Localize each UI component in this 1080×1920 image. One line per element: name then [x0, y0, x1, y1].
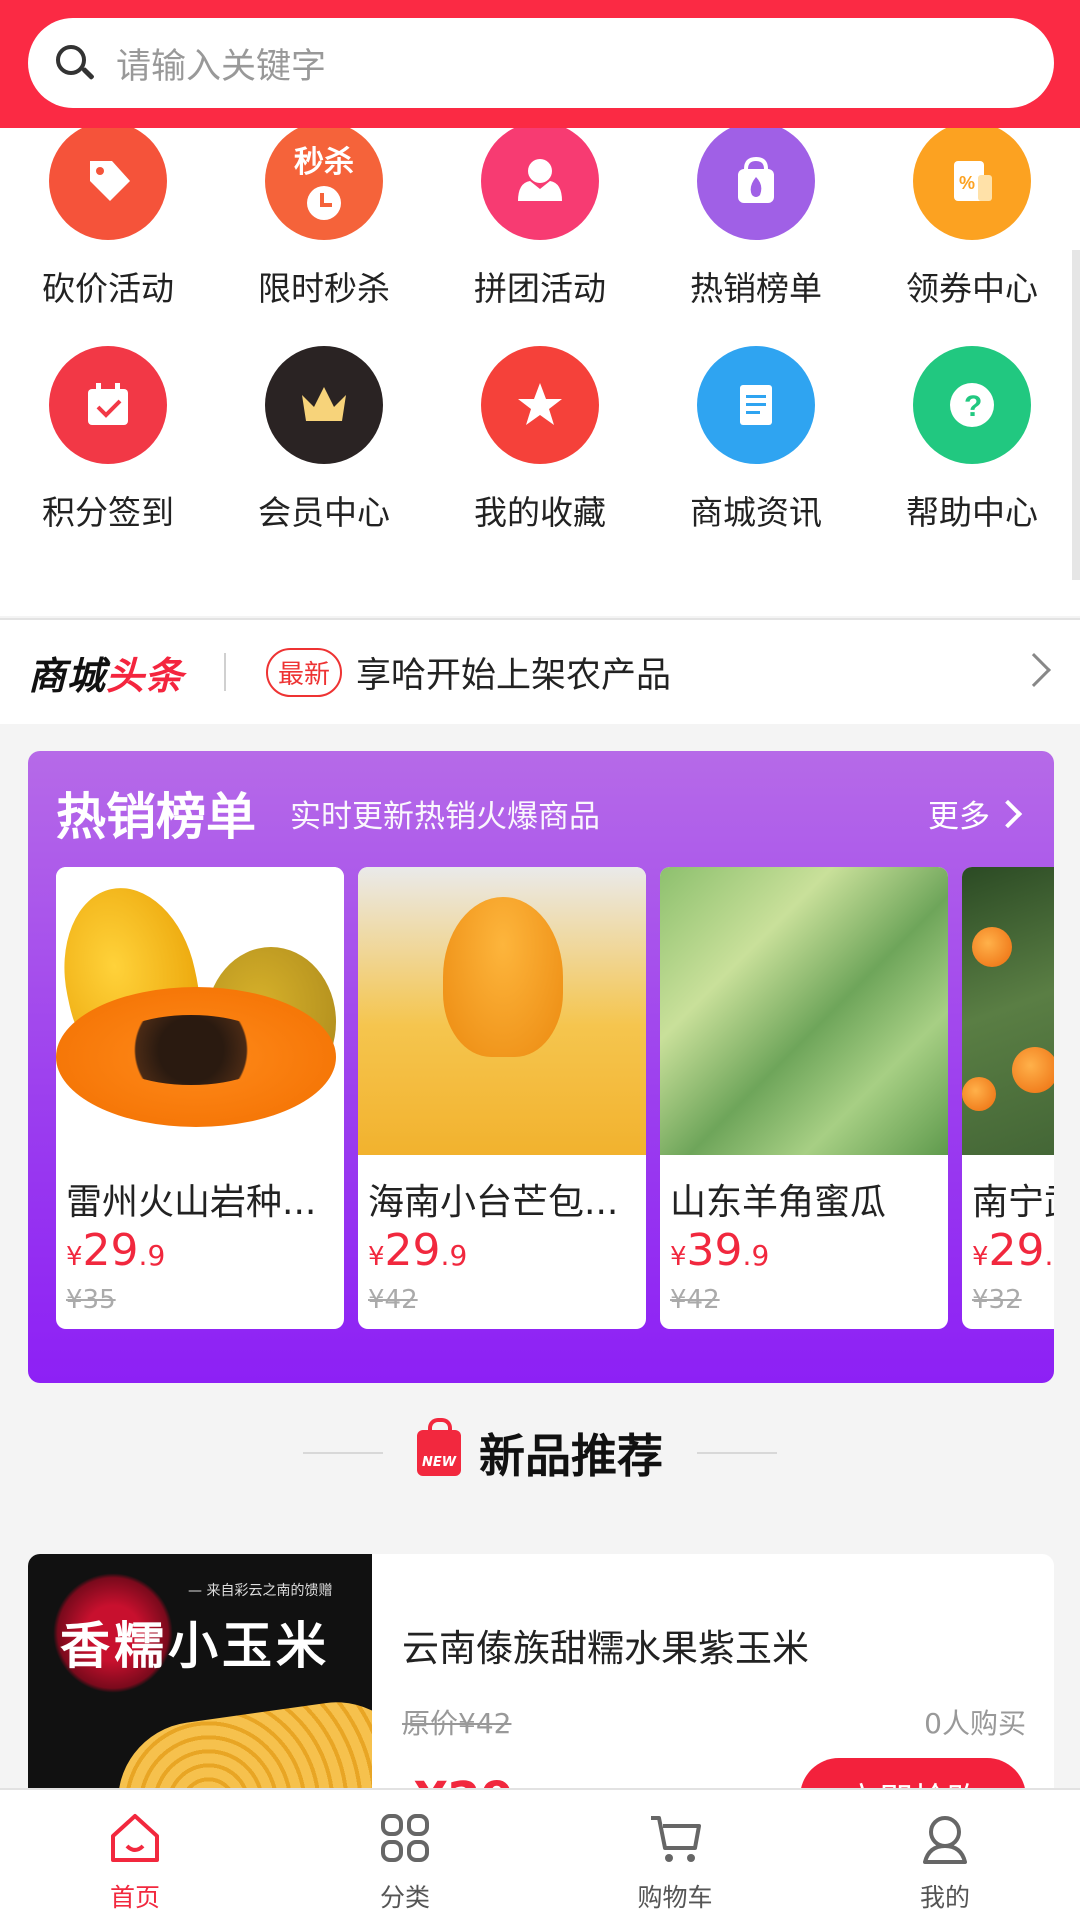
category-grid-icon [375, 1808, 435, 1868]
product-price: ¥29.9 [66, 1225, 166, 1276]
coupon-icon: % [913, 128, 1031, 240]
grid-item-coupon[interactable]: % 领券中心 [864, 128, 1080, 310]
bottom-tab-bar: 首页 分类 购物车 我的 [0, 1788, 1080, 1920]
new-bag-icon: NEW [417, 1418, 461, 1476]
alarm-clock-icon: 秒杀 [265, 128, 383, 240]
tab-cart[interactable]: 购物车 [540, 1790, 810, 1920]
grid-item-label: 领券中心 [906, 269, 1038, 308]
image-subtitle: — 来自彩云之南的馈赠 [188, 1583, 333, 1599]
product-card[interactable]: 南宁武 ¥29.9 ¥32 [962, 867, 1054, 1329]
grid-item-label: 商城资讯 [690, 493, 822, 532]
more-link[interactable]: 更多 [928, 791, 1023, 836]
svg-text:%: % [959, 173, 975, 193]
star-icon [481, 346, 599, 464]
image-title: 香糯小玉米 [60, 1616, 330, 1675]
search-icon [54, 43, 95, 83]
shopping-bag-fire-icon [697, 128, 815, 240]
tab-label: 分类 [379, 1883, 430, 1912]
hot-list-title: 热销榜单 [56, 788, 256, 846]
home-icon [105, 1808, 165, 1868]
product-card[interactable]: 山东羊角蜜瓜 ¥39.9 ¥42 [660, 867, 948, 1329]
grid-item-help[interactable]: ? 帮助中心 [864, 346, 1080, 534]
svg-text:?: ? [964, 390, 982, 423]
mall-headlines[interactable]: 商城头条 最新 享哈开始上架农产品 [0, 618, 1080, 724]
product-original-price: ¥42 [368, 1285, 418, 1315]
grid-item-news[interactable]: 商城资讯 [648, 346, 864, 534]
headline-text[interactable]: 享哈开始上架农产品 [356, 647, 671, 698]
product-name: 海南小台芒包... [368, 1182, 619, 1223]
hot-product-carousel[interactable]: 雷州火山岩种... ¥29.9 ¥35 海南小台芒包... ¥29.9 ¥42 … [56, 867, 1054, 1329]
product-image [660, 867, 948, 1155]
chevron-right-icon [993, 799, 1023, 828]
divider [224, 653, 227, 691]
grid-item-label: 帮助中心 [906, 493, 1038, 532]
chevron-right-icon[interactable] [1017, 653, 1051, 687]
grid-item-label: 限时秒杀 [258, 269, 390, 308]
crown-icon [265, 346, 383, 464]
calendar-check-icon [49, 346, 167, 464]
tab-category[interactable]: 分类 [270, 1790, 540, 1920]
tab-home[interactable]: 首页 [0, 1790, 270, 1920]
divider [303, 1452, 383, 1454]
grid-item-label: 砍价活动 [42, 269, 174, 308]
product-card[interactable]: 雷州火山岩种... ¥29.9 ¥35 [56, 867, 344, 1329]
grid-item-favorites[interactable]: 我的收藏 [432, 346, 648, 534]
product-name: 雷州火山岩种... [66, 1182, 317, 1223]
search-input[interactable]: 请输入关键字 [28, 18, 1054, 108]
hot-list-subtitle: 实时更新热销火爆商品 [290, 799, 600, 835]
product-original-price: ¥35 [66, 1285, 116, 1315]
grid-item-hot-list[interactable]: 热销榜单 [648, 128, 864, 310]
grid-item-group-buy[interactable]: 拼团活动 [432, 128, 648, 310]
product-price: ¥29.9 [368, 1225, 468, 1276]
brand-part-b: 头条 [106, 653, 185, 698]
grid-item-label: 积分签到 [42, 493, 174, 532]
grid-item-checkin[interactable]: 积分签到 [0, 346, 216, 534]
grid-item-label: 拼团活动 [474, 269, 606, 308]
grid-item-label: 会员中心 [258, 493, 390, 532]
group-icon [481, 128, 599, 240]
tab-label: 首页 [109, 1883, 160, 1912]
divider [697, 1452, 777, 1454]
product-name: 云南傣族甜糯水果紫玉米 [402, 1627, 809, 1670]
flash-sale-badge: 秒杀 [294, 145, 354, 180]
search-placeholder: 请输入关键字 [116, 46, 327, 87]
product-name: 南宁武 [972, 1182, 1054, 1223]
tab-label: 我的 [919, 1883, 970, 1912]
product-name: 山东羊角蜜瓜 [670, 1182, 887, 1223]
grid-item-flash-sale[interactable]: 秒杀 限时秒杀 [216, 128, 432, 310]
product-card[interactable]: 海南小台芒包... ¥29.9 ¥42 [358, 867, 646, 1329]
more-label: 更多 [928, 799, 990, 835]
buyer-count: 0人购买 [924, 1707, 1026, 1740]
tab-profile[interactable]: 我的 [810, 1790, 1080, 1920]
hot-list-panel: 热销榜单 实时更新热销火爆商品 更多 雷州火山岩种... ¥29.9 ¥35 海… [28, 751, 1054, 1383]
product-original-price: ¥42 [670, 1285, 720, 1315]
product-image [56, 867, 344, 1155]
grid-item-member[interactable]: 会员中心 [216, 346, 432, 534]
product-price: ¥39.9 [670, 1225, 770, 1276]
header-bar: 请输入关键字 [0, 0, 1080, 128]
grid-item-label: 我的收藏 [474, 493, 606, 532]
tab-label: 购物车 [637, 1883, 713, 1912]
product-price: ¥29.9 [972, 1225, 1054, 1276]
product-image [962, 867, 1054, 1155]
latest-tag: 最新 [266, 647, 343, 697]
grid-item-bargain[interactable]: 砍价活动 [0, 128, 216, 310]
product-original-price: ¥32 [972, 1285, 1022, 1315]
question-icon: ? [913, 346, 1031, 464]
grid-item-label: 热销榜单 [690, 269, 822, 308]
news-icon [697, 346, 815, 464]
price-tag-icon [49, 128, 167, 240]
brand-part-a: 商城 [28, 653, 107, 698]
user-icon [915, 1808, 975, 1868]
quick-entry-grid: 砍价活动 秒杀 限时秒杀 拼团活动 热销榜单 % 领券中心 积分签到 会员中心 … [0, 128, 1080, 616]
cart-icon [645, 1808, 705, 1868]
headlines-brand: 商城头条 [28, 645, 184, 700]
new-products-heading: NEW 新品推荐 [0, 1418, 1080, 1486]
product-original-price: 原价¥42 [402, 1707, 512, 1740]
product-image [358, 867, 646, 1155]
section-title: 新品推荐 [479, 1429, 663, 1483]
